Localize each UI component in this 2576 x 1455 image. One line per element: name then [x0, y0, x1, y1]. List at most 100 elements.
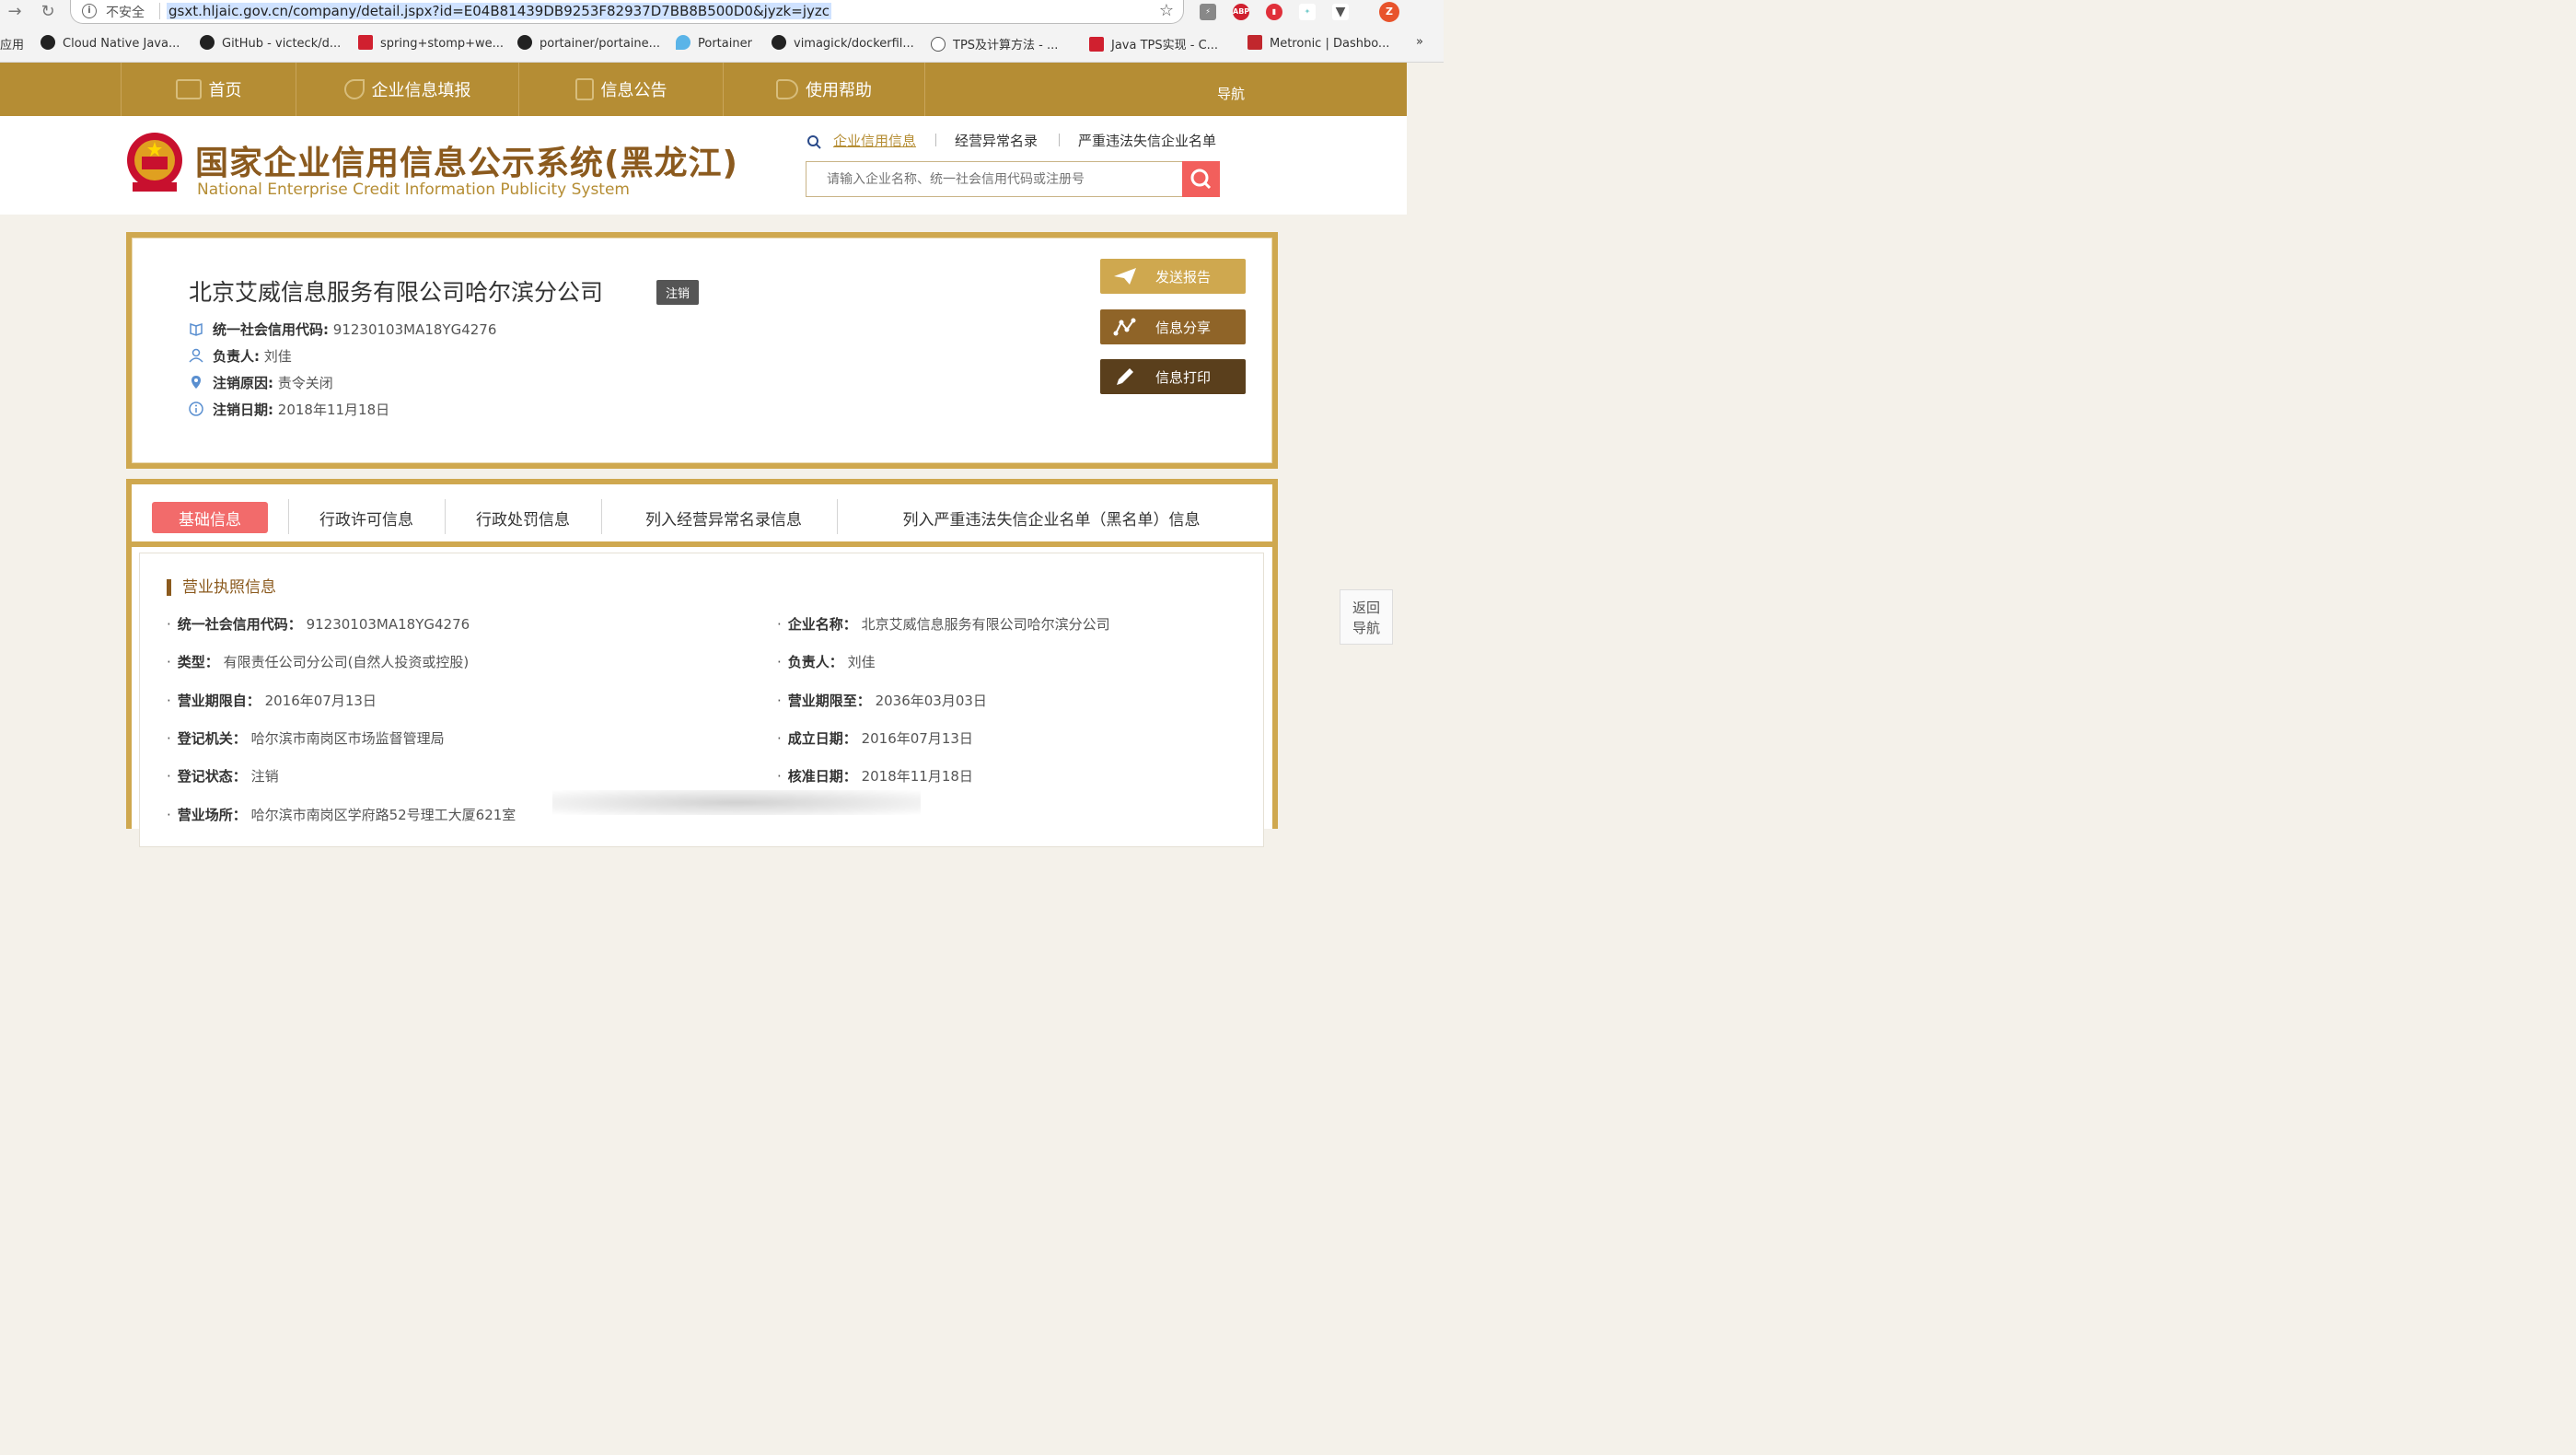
- license-row: · 统一社会信用代码： 91230103MA18YG4276: [167, 616, 470, 633]
- reload-icon[interactable]: ↻: [37, 2, 59, 22]
- extension-icon[interactable]: ⚡: [1200, 4, 1216, 20]
- bookmark-star-icon[interactable]: ☆: [1159, 1, 1174, 20]
- adblock-icon[interactable]: ABP: [1233, 4, 1249, 20]
- link-blacklist[interactable]: 严重违法失信企业名单: [1078, 131, 1216, 150]
- tab-abnormal-list[interactable]: 列入经营异常名录信息: [610, 502, 837, 533]
- tab-divider: [288, 499, 289, 534]
- site-header: 国家企业信用信息公示系统(黑龙江) National Enterprise Cr…: [0, 116, 1407, 215]
- person-line: 负责人: 刘佳: [189, 346, 292, 366]
- license-row: · 营业场所： 哈尔滨市南岗区学府路52号理工大厦621室: [167, 807, 516, 823]
- back-to-nav-button[interactable]: 返回 导航: [1340, 589, 1393, 645]
- license-row: · 企业名称： 北京艾威信息服务有限公司哈尔滨分公司: [777, 616, 1110, 633]
- link-divider: [1059, 134, 1060, 146]
- tab-admin-license[interactable]: 行政许可信息: [297, 502, 435, 533]
- info-circle-icon: [189, 402, 203, 416]
- share-info-button[interactable]: 信息分享: [1100, 309, 1246, 344]
- site-subtitle: National Enterprise Credit Information P…: [197, 180, 630, 199]
- bookmark-item[interactable]: GitHub - victeck/d...: [200, 35, 341, 51]
- tab-divider: [837, 499, 838, 534]
- pen-icon: [343, 79, 365, 99]
- github-icon: [41, 35, 55, 50]
- cancel-reason-line: 注销原因: 责令关闭: [189, 373, 333, 392]
- search-small-icon: [807, 135, 821, 149]
- cancel-date-line: 注销日期: 2018年11月18日: [189, 400, 389, 419]
- profile-avatar[interactable]: Z: [1379, 2, 1399, 22]
- info-icon[interactable]: i: [82, 4, 97, 18]
- share-nodes-icon: [1113, 318, 1136, 336]
- tab-basic-info[interactable]: 基础信息: [152, 502, 268, 533]
- license-row: · 登记机关： 哈尔滨市南岗区市场监督管理局: [167, 730, 445, 747]
- tab-admin-penalty[interactable]: 行政处罚信息: [454, 502, 592, 533]
- nav-announcement[interactable]: 信息公告: [518, 63, 723, 116]
- tab-blacklist[interactable]: 列入严重违法失信企业名单（黑名单）信息: [846, 502, 1257, 533]
- bookmark-item[interactable]: Cloud Native Java...: [41, 35, 180, 51]
- national-emblem-icon: [127, 133, 182, 192]
- bookmark-item[interactable]: spring+stomp+we...: [358, 35, 504, 51]
- nav-help[interactable]: 使用帮助: [723, 63, 924, 116]
- details-card: 基础信息 行政许可信息 行政处罚信息 列入经营异常名录信息 列入严重违法失信企业…: [126, 479, 1278, 847]
- license-row: · 负责人： 刘佳: [777, 654, 876, 670]
- bookmark-apps[interactable]: 应用: [0, 35, 24, 52]
- book-icon: [190, 322, 203, 336]
- speaker-icon: [776, 79, 798, 99]
- paper-plane-icon: [1114, 268, 1136, 285]
- user-icon: [189, 348, 203, 363]
- nav-guide[interactable]: 导航: [924, 63, 1407, 116]
- browser-chrome: → ↻ i 不安全 gsxt.hljaic.gov.cn/company/det…: [0, 0, 1444, 63]
- csdn-icon: [1089, 37, 1104, 52]
- link-icon: [931, 37, 946, 52]
- send-report-button[interactable]: 发送报告: [1100, 259, 1246, 294]
- company-summary-card: 北京艾威信息服务有限公司哈尔滨分公司 注销 统一社会信用代码: 91230103…: [126, 232, 1278, 469]
- link-credit-info[interactable]: 企业信用信息: [833, 131, 916, 150]
- company-name: 北京艾威信息服务有限公司哈尔滨分公司: [189, 279, 604, 306]
- search-button[interactable]: [1182, 161, 1220, 197]
- section-title: 营业执照信息: [167, 579, 276, 596]
- license-row: · 成立日期： 2016年07月13日: [777, 730, 973, 747]
- csdn-icon: [358, 35, 373, 50]
- postman-extension-icon[interactable]: ✦: [1299, 4, 1316, 20]
- vue-extension-icon[interactable]: ▼: [1332, 4, 1349, 20]
- bookmark-item[interactable]: Metronic | Dashbo...: [1247, 35, 1389, 51]
- nav-home[interactable]: 首页: [121, 63, 296, 116]
- bookmark-item[interactable]: Portainer: [676, 35, 752, 51]
- link-divider: [935, 134, 936, 146]
- link-abnormal-list[interactable]: 经营异常名录: [955, 131, 1038, 150]
- portainer-icon: [676, 35, 690, 50]
- bookmark-item[interactable]: Java TPS实现 - C...: [1089, 35, 1218, 52]
- github-icon: [772, 35, 786, 50]
- tab-divider: [601, 499, 602, 534]
- status-badge: 注销: [656, 280, 700, 305]
- page-shadow: [552, 790, 921, 815]
- license-row: · 营业期限至： 2036年03月03日: [777, 693, 987, 709]
- bookmarks-bar: 应用 Cloud Native Java... GitHub - victeck…: [0, 33, 1444, 55]
- url-divider: [159, 3, 160, 19]
- bookmark-item[interactable]: portainer/portaine...: [517, 35, 660, 51]
- print-info-button[interactable]: 信息打印: [1100, 359, 1246, 394]
- metronic-icon: [1247, 35, 1262, 50]
- search-box: [806, 161, 1183, 197]
- github-icon: [517, 35, 532, 50]
- license-row: · 核准日期： 2018年11月18日: [777, 768, 973, 785]
- monitor-icon: [175, 79, 202, 99]
- back-nav-line1: 返回: [1352, 599, 1380, 616]
- tabs-underline: [132, 541, 1272, 547]
- github-icon: [200, 35, 215, 50]
- url-text[interactable]: gsxt.hljaic.gov.cn/company/detail.jspx?i…: [167, 3, 831, 19]
- back-nav-line2: 导航: [1352, 620, 1380, 636]
- insecure-label: 不安全: [106, 6, 145, 20]
- license-row: · 营业期限自： 2016年07月13日: [167, 693, 377, 709]
- top-navigation: 首页 企业信息填报 信息公告 使用帮助 导航: [0, 63, 1407, 116]
- document-icon: [574, 78, 594, 100]
- shield-extension-icon[interactable]: ▮: [1266, 4, 1282, 20]
- bookmark-item[interactable]: TPS及计算方法 - ...: [931, 35, 1058, 52]
- nav-report[interactable]: 企业信息填报: [296, 63, 518, 116]
- search-icon: [1190, 169, 1212, 190]
- license-row: · 类型： 有限责任公司分公司(自然人投资或控股): [167, 654, 470, 670]
- pencil-icon: [1117, 368, 1133, 385]
- bookmarks-overflow[interactable]: »: [1416, 35, 1423, 49]
- search-input[interactable]: [806, 162, 1182, 196]
- address-bar[interactable]: i 不安全 gsxt.hljaic.gov.cn/company/detail.…: [70, 0, 1184, 24]
- credit-code-line: 统一社会信用代码: 91230103MA18YG4276: [189, 320, 496, 339]
- bookmark-item[interactable]: vimagick/dockerfil...: [772, 35, 914, 51]
- back-arrow-icon[interactable]: →: [4, 2, 26, 22]
